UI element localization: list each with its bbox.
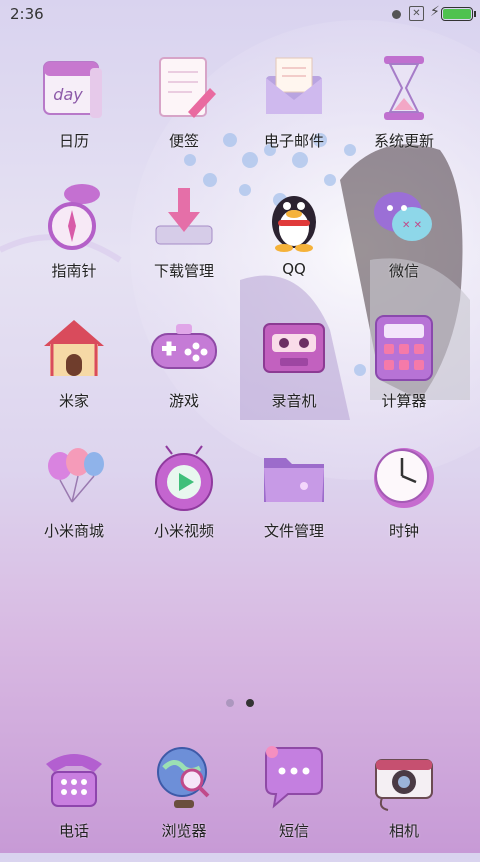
app-label: 浏览器 [161, 822, 207, 840]
app-label: 计算器 [381, 392, 427, 410]
folder-icon [258, 442, 330, 514]
notes-icon [148, 52, 220, 124]
app-mi-video[interactable]: 小米视频 [129, 442, 239, 562]
app-label: 文件管理 [263, 522, 324, 540]
globe-browser-icon [148, 742, 220, 814]
app-file-manager[interactable]: 文件管理 [239, 442, 349, 562]
house-icon [38, 312, 110, 384]
dock-camera[interactable]: 相机 [349, 742, 459, 862]
app-label: 下载管理 [153, 262, 214, 280]
app-compass[interactable]: 指南针 [19, 182, 129, 302]
charging-icon: ⚡ [430, 4, 440, 20]
app-label: 短信 [278, 822, 309, 840]
app-mijia[interactable]: 米家 [19, 312, 129, 432]
balloons-icon [38, 442, 110, 514]
app-calculator[interactable]: 计算器 [349, 312, 459, 432]
app-calendar[interactable]: day 日历 [19, 52, 129, 172]
app-label: 小米商城 [43, 522, 104, 540]
app-label: 便签 [168, 132, 199, 150]
gamepad-icon [148, 312, 220, 384]
app-notes[interactable]: 便签 [129, 52, 239, 172]
page-dot[interactable] [226, 699, 234, 707]
status-bar: 2:36 ✕ ⚡ [0, 0, 480, 28]
clock-icon [368, 442, 440, 514]
app-label: 系统更新 [373, 132, 434, 150]
app-wechat[interactable]: ✕ ✕ 微信 [349, 182, 459, 302]
dock-browser[interactable]: 浏览器 [129, 742, 239, 862]
app-email[interactable]: 电子邮件 [239, 52, 349, 172]
no-sim-icon: ✕ [409, 6, 424, 21]
camera-icon [368, 742, 440, 814]
calculator-icon [368, 312, 440, 384]
app-label: 相机 [388, 822, 419, 840]
dock-phone[interactable]: 电话 [19, 742, 129, 862]
page-indicator [222, 699, 262, 709]
app-recorder[interactable]: 录音机 [239, 312, 349, 432]
app-mi-store[interactable]: 小米商城 [19, 442, 129, 562]
app-label: 电子邮件 [263, 132, 324, 150]
qq-penguin-icon [258, 182, 330, 254]
dock-messages[interactable]: 短信 [239, 742, 349, 862]
status-time: 2:36 [10, 5, 44, 23]
hourglass-icon [368, 52, 440, 124]
app-label: QQ [282, 260, 306, 278]
app-system-update[interactable]: 系统更新 [349, 52, 459, 172]
download-icon [148, 182, 220, 254]
svg-text:✕ ✕: ✕ ✕ [402, 220, 422, 231]
app-games[interactable]: 游戏 [129, 312, 239, 432]
email-icon [258, 52, 330, 124]
compass-icon [38, 182, 110, 254]
app-label: 时钟 [388, 522, 419, 540]
app-label: 米家 [58, 392, 89, 410]
telephone-icon [38, 742, 110, 814]
calendar-icon: day [38, 52, 110, 124]
battery-icon [441, 7, 476, 21]
page-dot-active[interactable] [246, 699, 254, 707]
app-label: 游戏 [168, 392, 199, 410]
app-qq[interactable]: QQ [239, 182, 349, 302]
app-label: 录音机 [271, 392, 317, 410]
app-clock[interactable]: 时钟 [349, 442, 459, 562]
app-label: 微信 [388, 262, 419, 280]
app-label: 指南针 [51, 262, 97, 280]
cassette-icon [258, 312, 330, 384]
wechat-icon: ✕ ✕ [368, 182, 440, 254]
app-label: 电话 [58, 822, 89, 840]
app-label: 小米视频 [153, 522, 214, 540]
app-label: 日历 [58, 132, 89, 150]
svg-text:day: day [53, 85, 83, 104]
signal-icon [392, 10, 401, 19]
video-player-icon [148, 442, 220, 514]
message-bubble-icon [258, 742, 330, 814]
app-download-manager[interactable]: 下载管理 [129, 182, 239, 302]
